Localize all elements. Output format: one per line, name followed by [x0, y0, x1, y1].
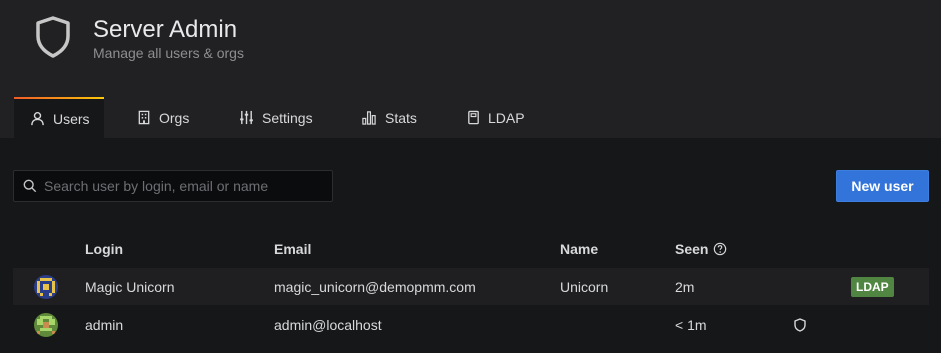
search-box[interactable]: [13, 170, 333, 202]
user-login[interactable]: admin: [85, 306, 123, 343]
tab-bar: Users Orgs Settings Stats LDAP: [0, 97, 941, 138]
column-header-name[interactable]: Name: [560, 241, 598, 257]
ldap-badge: LDAP: [851, 277, 894, 297]
user-icon: [31, 111, 44, 126]
user-seen: 2m: [675, 278, 695, 295]
user-login[interactable]: Magic Unicorn: [85, 268, 174, 305]
shield-icon: [794, 318, 806, 332]
column-header-login[interactable]: Login: [85, 241, 123, 257]
tab-stats[interactable]: Stats: [361, 97, 417, 138]
tab-settings[interactable]: Settings: [239, 97, 313, 138]
tab-orgs-label: Orgs: [159, 109, 190, 126]
column-header-seen[interactable]: Seen: [675, 241, 727, 257]
avatar: [34, 313, 58, 337]
shield-icon: [36, 16, 70, 58]
search-icon: [23, 179, 37, 193]
tab-settings-label: Settings: [262, 109, 313, 126]
help-icon[interactable]: [713, 242, 727, 256]
page-subtitle: Manage all users & orgs: [93, 45, 244, 61]
new-user-button[interactable]: New user: [836, 170, 929, 202]
user-email[interactable]: admin@localhost: [274, 306, 382, 343]
avatar: [34, 275, 58, 299]
table-row[interactable]: Magic Unicorn magic_unicorn@demopmm.com …: [13, 268, 929, 305]
column-header-seen-label: Seen: [675, 241, 709, 257]
bar-chart-icon: [362, 111, 376, 125]
page-header: Server Admin Manage all users & orgs Use…: [0, 0, 941, 138]
user-name[interactable]: Unicorn: [560, 268, 608, 305]
tab-users-label: Users: [53, 110, 90, 127]
user-email[interactable]: magic_unicorn@demopmm.com: [274, 268, 476, 305]
tab-orgs[interactable]: Orgs: [137, 97, 189, 138]
table-row[interactable]: admin admin@localhost < 1m: [13, 306, 929, 343]
page-title: Server Admin: [93, 16, 238, 43]
building-icon: [138, 110, 150, 125]
tab-ldap[interactable]: LDAP: [467, 97, 525, 138]
book-icon: [468, 110, 479, 125]
tab-stats-label: Stats: [385, 109, 417, 126]
user-seen: < 1m: [675, 316, 707, 333]
search-input[interactable]: [44, 178, 324, 194]
sliders-icon: [240, 110, 253, 125]
column-header-email[interactable]: Email: [274, 241, 311, 257]
tab-ldap-label: LDAP: [488, 109, 525, 126]
tab-users[interactable]: Users: [14, 97, 104, 138]
